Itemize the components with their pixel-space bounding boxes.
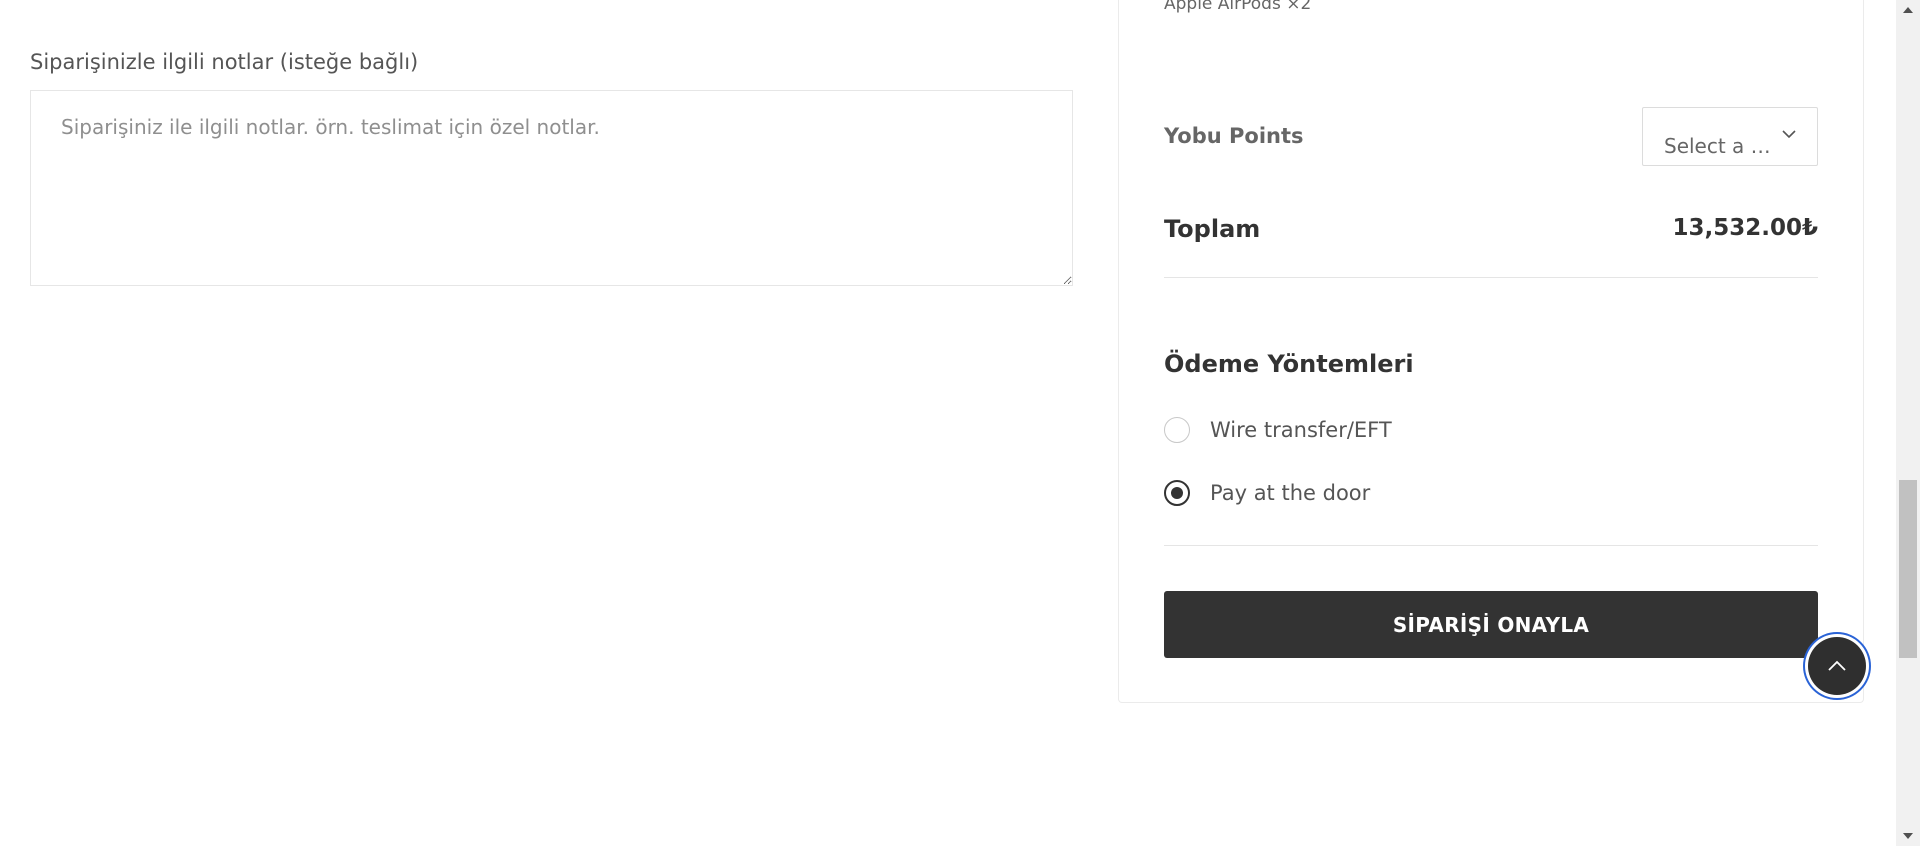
points-select-value: Select a s... <box>1664 134 1777 158</box>
payment-option-pay-at-door[interactable]: Pay at the door <box>1164 478 1370 508</box>
points-select[interactable]: Select a s... <box>1642 107 1818 166</box>
scrollbar-thumb[interactable] <box>1899 480 1917 658</box>
scroll-down-arrow-icon[interactable] <box>1896 826 1920 846</box>
order-notes-label: Siparişinizle ilgili notlar (isteğe bağl… <box>30 50 419 74</box>
pay-at-door-radio[interactable] <box>1164 480 1190 506</box>
payment-option-label: Wire transfer/EFT <box>1210 418 1392 442</box>
product-line-item: Apple AirPods ×2 <box>1164 0 1312 14</box>
divider <box>1164 545 1818 546</box>
divider <box>1164 277 1818 278</box>
total-value: 13,532.00₺ <box>1672 215 1818 241</box>
payment-option-label: Pay at the door <box>1210 481 1371 505</box>
payment-option-wire-transfer[interactable]: Wire transfer/EFT <box>1164 415 1392 445</box>
chevron-down-icon <box>1782 130 1796 139</box>
page-scrollbar[interactable] <box>1896 0 1920 846</box>
payment-methods-title: Ödeme Yöntemleri <box>1164 350 1414 378</box>
points-label: Yobu Points <box>1164 124 1304 148</box>
checkout-page: Siparişinizle ilgili notlar (isteğe bağl… <box>0 0 1920 846</box>
order-notes-textarea[interactable] <box>30 90 1073 286</box>
back-to-top-button[interactable] <box>1808 637 1866 695</box>
total-label: Toplam <box>1164 215 1261 243</box>
scroll-up-arrow-icon[interactable] <box>1896 0 1920 20</box>
chevron-up-icon <box>1828 660 1846 671</box>
confirm-order-button[interactable]: SİPARİŞİ ONAYLA <box>1164 591 1818 658</box>
wire-transfer-radio[interactable] <box>1164 417 1190 443</box>
